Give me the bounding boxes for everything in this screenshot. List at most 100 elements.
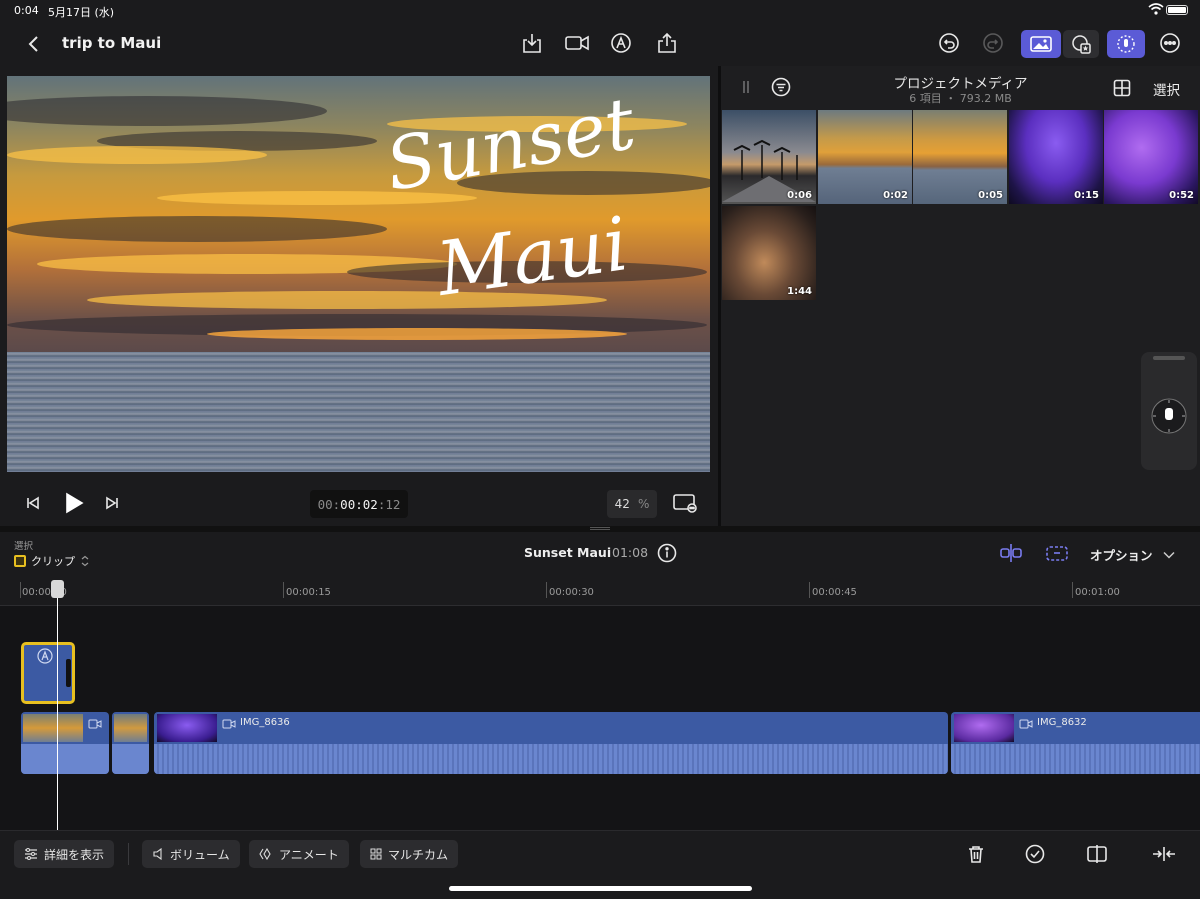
media-thumbnail[interactable]: 0:05 [913, 110, 1007, 204]
skip-forward-icon[interactable] [103, 494, 121, 512]
battery-icon [1166, 5, 1188, 15]
volume-button[interactable]: ボリューム [142, 840, 240, 868]
resize-grabber[interactable] [590, 527, 610, 530]
content-library-button[interactable] [1063, 30, 1099, 58]
timeline-tracks[interactable]: IMG_8636 IMG_8632 [0, 606, 1200, 830]
voiceover-icon[interactable] [609, 31, 633, 55]
clip-mode-selector[interactable]: クリップ [14, 553, 90, 569]
media-thumbnail[interactable]: 0:02 [818, 110, 912, 204]
project-title: trip to Maui [62, 34, 162, 52]
trim-handle[interactable] [66, 659, 71, 687]
redo-icon[interactable] [981, 31, 1005, 55]
options-menu[interactable]: オプション [1090, 545, 1175, 564]
chevron-updown-icon [81, 555, 89, 567]
keyframe-icon [259, 848, 271, 860]
clip-thumbnail [954, 714, 1014, 742]
clip-thumbnail [114, 714, 147, 742]
wifi-icon [1148, 3, 1164, 18]
ocean [7, 352, 710, 472]
media-thumbnail[interactable]: 1:44 [722, 206, 816, 300]
project-name: Sunset Maui [524, 545, 612, 560]
status-time: 0:04 [14, 4, 39, 17]
grid-view-icon[interactable] [1111, 77, 1133, 99]
star-photo-icon [1072, 35, 1091, 54]
media-thumbnail[interactable]: 0:52 [1104, 110, 1198, 204]
duration-label: 0:52 [1169, 190, 1194, 201]
multicam-label: マルチカム [388, 847, 449, 862]
camera-icon[interactable] [563, 31, 591, 55]
timeline-ruler[interactable]: 00:00:00 00:00:15 00:00:30 00:00:45 00:0… [0, 578, 1200, 606]
home-indicator[interactable] [449, 886, 752, 891]
video-icon [1019, 719, 1033, 729]
status-date: 5月17日 (水) [48, 6, 115, 19]
video-icon [222, 719, 236, 729]
media-browser-toggle[interactable] [1021, 30, 1061, 58]
zoom-control[interactable]: 42% [607, 490, 657, 518]
timecode-frames: :12 [377, 496, 401, 512]
back-button[interactable] [22, 32, 44, 56]
video-clip[interactable] [112, 712, 149, 774]
clip-icon [14, 555, 26, 567]
duration-label: 0:05 [978, 190, 1003, 201]
zoom-value: 42 [614, 497, 630, 511]
clip-name: IMG_8632 [1037, 717, 1087, 728]
audio-waveform [951, 744, 1200, 774]
duration-label: 0:02 [883, 190, 908, 201]
play-button[interactable] [60, 490, 88, 516]
video-icon [88, 719, 102, 729]
title-icon [37, 648, 53, 664]
trash-icon[interactable] [965, 843, 987, 865]
share-icon[interactable] [655, 31, 679, 55]
clip-thumbnail [23, 714, 83, 742]
animate-label: アニメート [279, 847, 339, 862]
clip-thumbnail [157, 714, 217, 742]
info-icon[interactable] [656, 542, 678, 564]
import-icon[interactable] [520, 31, 544, 55]
audio-waveform [112, 744, 149, 774]
audio-waveform [154, 744, 948, 774]
checkmark-icon[interactable] [1024, 843, 1046, 865]
clip-name: IMG_8636 [240, 717, 290, 728]
select-button[interactable]: 選択 [1153, 79, 1180, 99]
multicam-grid-icon [370, 848, 382, 860]
undo-icon[interactable] [937, 31, 961, 55]
ruler-label: 00:00:45 [812, 587, 857, 598]
display-options-icon[interactable] [671, 490, 699, 516]
playhead[interactable] [51, 580, 64, 830]
skimming-icon[interactable] [1044, 541, 1070, 565]
video-clip[interactable] [21, 712, 109, 774]
timeline-zoom-knob[interactable] [1141, 352, 1197, 470]
collapse-icon[interactable] [1150, 843, 1178, 865]
video-clip[interactable]: IMG_8632 [951, 712, 1200, 774]
knob-grabber[interactable] [1153, 356, 1185, 360]
media-thumbnail[interactable]: 0:06 [722, 110, 816, 204]
timecode-hours: 00: [317, 496, 341, 512]
volume-label: ボリューム [170, 847, 230, 862]
zoom-unit: % [637, 497, 650, 511]
playhead-handle[interactable] [51, 580, 64, 598]
ruler-label: 00:00:30 [549, 587, 594, 598]
photo-icon [1030, 36, 1052, 52]
more-icon[interactable] [1158, 31, 1182, 55]
audio-waveform [21, 744, 109, 774]
duration-label: 0:06 [787, 190, 812, 201]
skip-back-icon[interactable] [24, 494, 42, 512]
mic-icon [1117, 35, 1135, 53]
multicam-button[interactable]: マルチカム [360, 840, 459, 868]
duration-label: 1:44 [787, 286, 812, 297]
snapping-icon[interactable] [998, 541, 1024, 565]
video-clip[interactable]: IMG_8636 [154, 712, 948, 774]
speaker-icon [153, 848, 162, 860]
split-clip-icon[interactable] [1085, 843, 1109, 865]
timecode-display[interactable]: 00: 00:02:12 [310, 490, 408, 518]
inspector-toggle[interactable] [1107, 30, 1145, 58]
show-details-button[interactable]: 詳細を表示 [14, 840, 115, 868]
project-duration: 01:08 [612, 545, 649, 560]
jog-wheel-icon[interactable] [1149, 396, 1189, 436]
toolbar-separator [128, 843, 129, 865]
app: 0:04 5月17日 (水) trip to Maui Sunset Maui … [0, 0, 1200, 899]
video-viewer[interactable]: Sunset Maui [7, 76, 710, 472]
animate-button[interactable]: アニメート [249, 840, 349, 868]
media-thumbnail[interactable]: 0:15 [1009, 110, 1103, 204]
title-clip[interactable] [21, 642, 75, 704]
